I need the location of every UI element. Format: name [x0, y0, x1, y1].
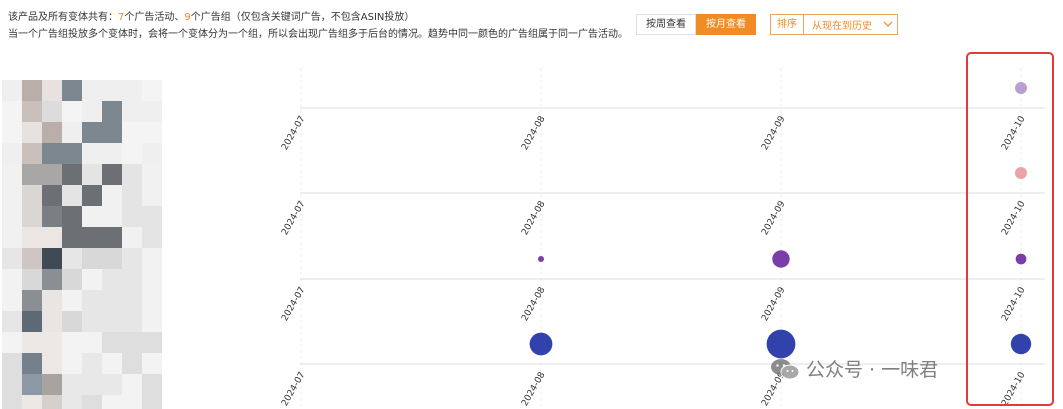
x-tick-label: 2024-07 [280, 286, 307, 324]
wechat-icon [770, 358, 800, 380]
x-tick-label: 2024-07 [280, 200, 307, 238]
x-tick-label: 2024-07 [280, 371, 307, 409]
ad-group-trend-chart: 2024-07 2024-08 2024-09 2024-10 2024-07 2024-… [280, 68, 1045, 409]
data-point [1015, 253, 1027, 265]
x-tick-label: 2024-09 [760, 114, 788, 152]
data-point [772, 250, 790, 268]
x-tick-label: 2024-08 [520, 199, 548, 237]
x-tick-label: 2024-09 [760, 199, 788, 237]
data-point [538, 256, 544, 262]
data-point [1015, 167, 1027, 179]
data-point [1010, 333, 1032, 355]
x-tick-label: 2024-10 [1000, 114, 1028, 152]
watermark-text: 公众号 · 一味君 [806, 359, 939, 381]
x-tick-label: 2024-08 [520, 370, 548, 408]
x-tick-label: 2024-07 [280, 115, 307, 153]
x-tick-label: 2024-08 [520, 285, 548, 323]
x-tick-label: 2024-10 [1000, 285, 1028, 323]
x-tick-label: 2024-10 [1000, 370, 1028, 408]
data-point [529, 332, 553, 356]
x-tick-label: 2024-08 [520, 114, 548, 152]
data-point [1015, 82, 1027, 94]
x-tick-label: 2024-10 [1000, 199, 1028, 237]
x-tick-label: 2024-09 [760, 285, 788, 323]
watermark: 公众号 · 一味君 [770, 355, 938, 382]
